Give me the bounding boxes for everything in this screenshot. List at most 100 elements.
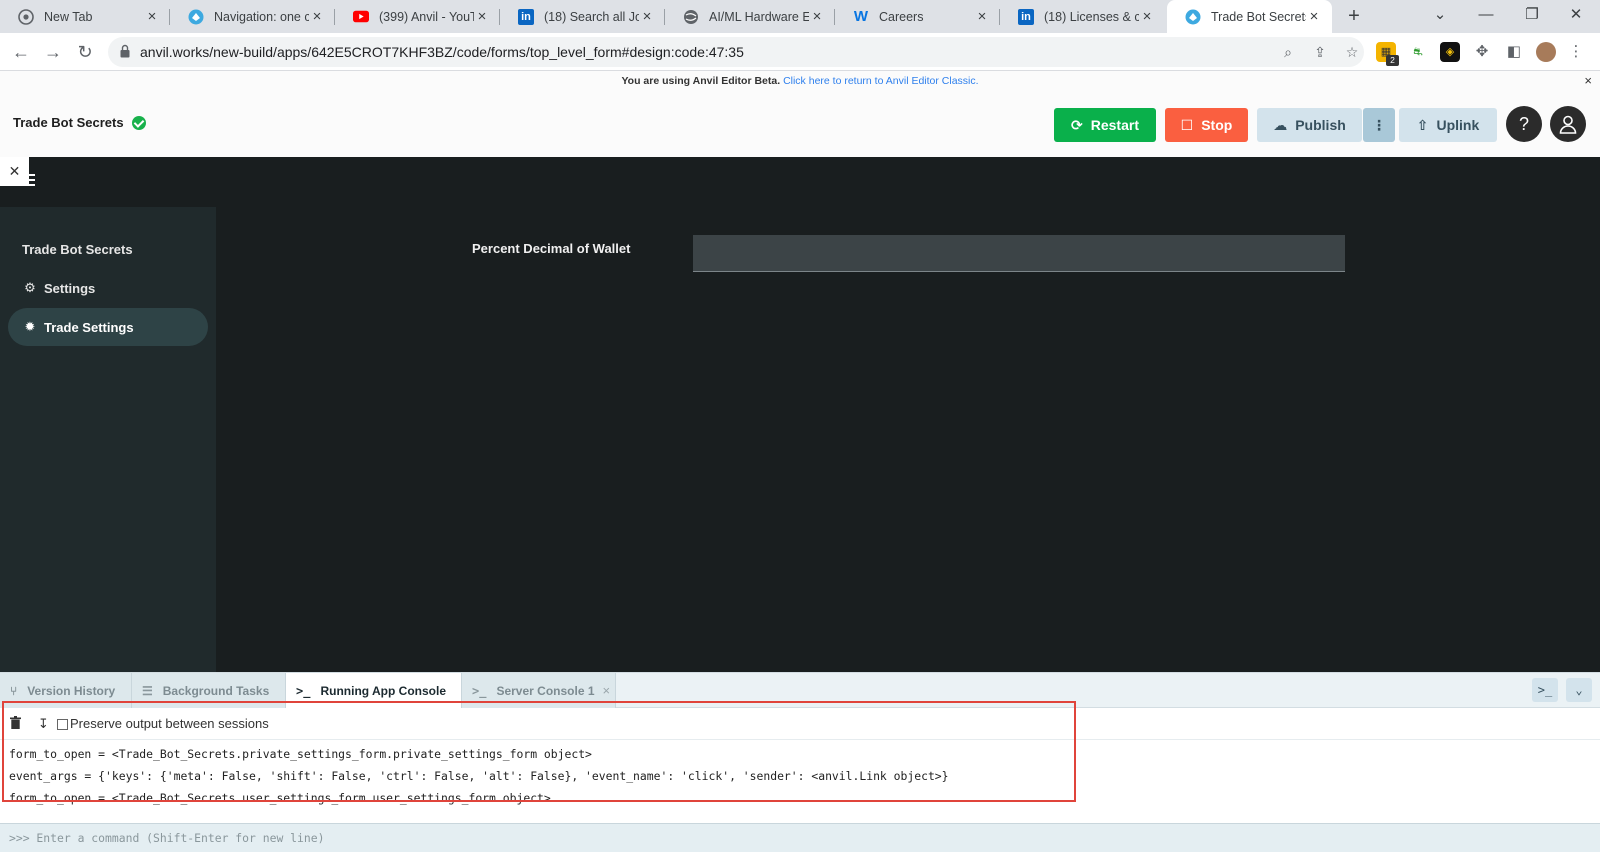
close-icon[interactable]: ×: [144, 8, 160, 25]
kebab-menu-icon[interactable]: ⋮: [1566, 42, 1586, 62]
percent-decimal-input[interactable]: [693, 235, 1345, 272]
gears-icon: ⚙: [24, 280, 36, 295]
tab-title: (18) Licenses & cer: [1044, 9, 1139, 24]
linkedin-icon: in: [518, 8, 534, 25]
browser-tab[interactable]: (399) Anvil - YouTu ×: [335, 0, 500, 33]
close-icon[interactable]: ×: [639, 8, 655, 25]
close-icon[interactable]: ×: [1139, 8, 1155, 25]
console-line: event_args = {'keys': {'meta': False, 's…: [9, 769, 949, 783]
hamburger-menu-icon[interactable]: [22, 174, 35, 186]
browser-tab[interactable]: in (18) Search all Jobs ×: [500, 0, 665, 33]
stop-button[interactable]: ☐ Stop: [1165, 108, 1248, 142]
percent-decimal-label: Percent Decimal of Wallet: [472, 241, 631, 256]
refresh-icon: ⟳: [1071, 116, 1083, 133]
tab-search-icon[interactable]: ⌄: [1420, 0, 1460, 33]
restart-button[interactable]: ⟳ Restart: [1054, 108, 1156, 142]
close-icon[interactable]: ×: [809, 8, 825, 25]
browser-tab[interactable]: New Tab ×: [0, 0, 170, 33]
tab-running-app-console[interactable]: >_ Running App Console: [286, 673, 462, 708]
console-toolbar: ↧ Preserve output between sessions: [0, 708, 1600, 740]
uplink-button[interactable]: ⇧ Uplink: [1399, 108, 1497, 142]
collapse-panel-button[interactable]: ⌄: [1566, 678, 1592, 702]
puzzle-icon[interactable]: ✥: [1472, 42, 1492, 62]
tab-version-history[interactable]: ⑂ Version History: [0, 673, 132, 708]
bookmark-star-icon[interactable]: ☆: [1342, 42, 1362, 62]
tab-title: (18) Search all Jobs: [544, 9, 639, 24]
browser-tab-active[interactable]: Trade Bot Secrets | ×: [1167, 0, 1332, 33]
address-bar[interactable]: anvil.works/new-build/apps/642E5CROT7KHF…: [108, 37, 1364, 67]
bottom-panel: ⑂ Version History ☰ Background Tasks >_ …: [0, 672, 1600, 852]
globe-icon: [683, 9, 699, 25]
scroll-down-icon[interactable]: ↧: [38, 716, 49, 732]
sidebar-item-settings[interactable]: ⚙ Settings: [8, 269, 208, 307]
share-icon[interactable]: ⇪: [1310, 42, 1330, 62]
app-sidebar: Trade Bot Secrets ⚙ Settings ✹ Trade Set…: [0, 207, 216, 672]
zoom-icon[interactable]: ⌕: [1278, 42, 1298, 62]
console-line: form_to_open = <Trade_Bot_Secrets.user_s…: [9, 791, 551, 805]
linkedin-icon: in: [1018, 8, 1034, 25]
browser-toolbar: ← → ↻ anvil.works/new-build/apps/642E5CR…: [0, 33, 1600, 71]
new-tab-button[interactable]: +: [1342, 5, 1366, 29]
close-icon[interactable]: ×: [309, 8, 325, 25]
trash-icon[interactable]: [10, 716, 21, 732]
tab-title: AI/ML Hardware Er: [709, 9, 809, 24]
extension-icon[interactable]: ◈: [1440, 42, 1460, 62]
browser-tab[interactable]: Navigation: one cli ×: [170, 0, 335, 33]
browser-tab[interactable]: in (18) Licenses & cer ×: [1000, 0, 1165, 33]
console-line: form_to_open = <Trade_Bot_Secrets.privat…: [9, 747, 592, 761]
bottom-tabs: ⑂ Version History ☰ Background Tasks >_ …: [0, 672, 1600, 708]
tab-title: Navigation: one cli: [214, 9, 309, 24]
chevron-down-icon: ⌄: [1575, 683, 1583, 697]
command-input[interactable]: [0, 824, 1600, 852]
anvil-icon: [188, 9, 204, 25]
branch-icon: ⑂: [10, 683, 18, 698]
close-icon[interactable]: ×: [603, 683, 611, 698]
help-button[interactable]: ?: [1506, 106, 1542, 142]
question-icon: ?: [1518, 114, 1529, 134]
account-button[interactable]: [1550, 106, 1586, 142]
console-output: form_to_open = <Trade_Bot_Secrets.privat…: [0, 740, 1600, 822]
anvil-icon: [1185, 9, 1201, 25]
new-console-button[interactable]: >_: [1532, 678, 1558, 702]
banner-text: You are using Anvil Editor Beta.: [621, 75, 781, 87]
tab-background-tasks[interactable]: ☰ Background Tasks: [132, 673, 286, 708]
tasks-icon: ☰: [142, 683, 153, 698]
lock-icon: [120, 44, 130, 58]
anvil-header: Trade Bot Secrets ⟳ Restart ☐ Stop ☁ Pub…: [0, 91, 1600, 157]
tab-title: Careers: [879, 9, 924, 24]
sidepanel-icon[interactable]: ◧: [1504, 42, 1524, 62]
back-icon[interactable]: ←: [8, 39, 34, 65]
app-name: Trade Bot Secrets: [13, 115, 124, 130]
classic-editor-link[interactable]: Click here to return to Anvil Editor Cla…: [783, 75, 979, 87]
close-icon[interactable]: ×: [474, 8, 490, 25]
extension-icon[interactable]: ⛐: [1408, 42, 1428, 62]
window-close-icon[interactable]: ✕: [1556, 0, 1596, 33]
tab-title: (399) Anvil - YouTu: [379, 9, 474, 24]
close-icon[interactable]: ×: [974, 8, 990, 25]
terminal-icon: >_: [296, 683, 311, 698]
publish-options-button[interactable]: ⋮: [1363, 108, 1395, 142]
app-preview: ✕ Trade Bot Secrets ⚙ Settings ✹ Trade S…: [0, 157, 1600, 672]
restore-icon[interactable]: ❐: [1512, 0, 1552, 33]
url-text: anvil.works/new-build/apps/642E5CROT7KHF…: [140, 44, 744, 60]
minimize-icon[interactable]: —: [1466, 0, 1506, 33]
tab-title: New Tab: [44, 9, 93, 24]
banner-close-icon[interactable]: ×: [1584, 71, 1592, 91]
preserve-output-checkbox[interactable]: [57, 719, 68, 730]
close-icon[interactable]: ×: [1306, 8, 1322, 25]
preserve-output-label: Preserve output between sessions: [70, 716, 269, 731]
browser-tab[interactable]: W Careers ×: [835, 0, 1000, 33]
user-icon: [1559, 115, 1577, 134]
forward-icon[interactable]: →: [40, 39, 66, 65]
youtube-icon: [353, 9, 369, 25]
browser-tab-strip: New Tab × Navigation: one cli × (399) An…: [0, 0, 1600, 33]
profile-avatar[interactable]: [1536, 42, 1556, 62]
sidebar-item-trade-settings[interactable]: ✹ Trade Settings: [8, 308, 208, 346]
tab-server-console[interactable]: >_ Server Console 1 ×: [462, 673, 616, 708]
publish-button[interactable]: ☁ Publish: [1257, 108, 1362, 142]
browser-tab[interactable]: AI/ML Hardware Er ×: [665, 0, 835, 33]
cloud-upload-icon: ☁: [1273, 116, 1288, 133]
app-title: Trade Bot Secrets: [13, 115, 146, 130]
stop-square-icon: ☐: [1180, 116, 1194, 133]
reload-icon[interactable]: ↻: [72, 39, 98, 65]
